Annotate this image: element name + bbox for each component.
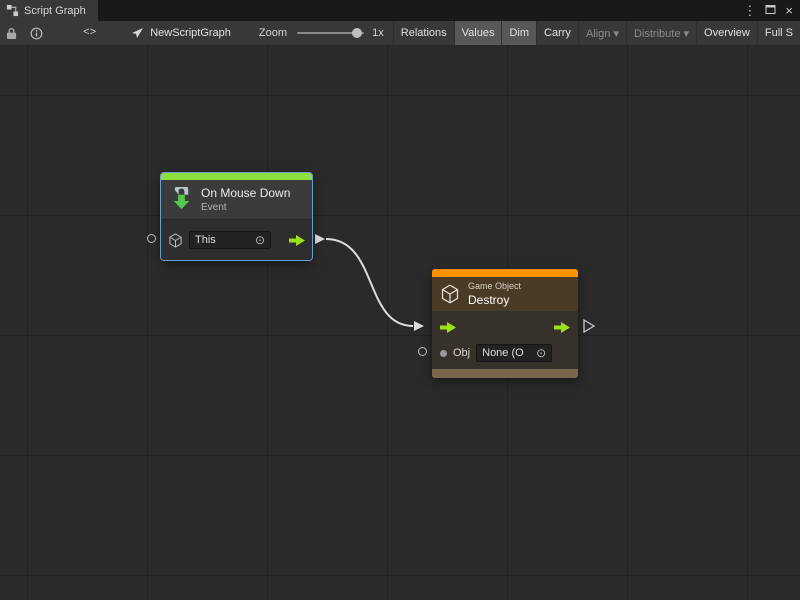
overview-button[interactable]: Overview (696, 21, 757, 45)
flow-input-port[interactable] (440, 322, 456, 333)
code-icon[interactable]: <> (83, 27, 96, 39)
dim-button[interactable]: Dim (501, 21, 536, 45)
destroy-node-footer (432, 369, 578, 378)
menu-icon[interactable]: ⋮ (743, 4, 756, 17)
cube-icon (440, 284, 460, 304)
zoom-value: 1x (372, 27, 384, 39)
flow-output-port[interactable] (289, 235, 305, 246)
event-node-title: On Mouse Down (201, 186, 290, 200)
obj-port-dot (440, 350, 447, 357)
event-node-body: This ⊙ (161, 219, 312, 260)
obj-input-port[interactable] (418, 347, 427, 356)
script-graph-icon (6, 4, 19, 17)
tab-bar: Script Graph ⋮ × (0, 0, 800, 21)
connection-wire[interactable] (0, 45, 800, 600)
graph-toolbar: <> NewScriptGraph Zoom 1x Relations Valu… (0, 21, 800, 46)
window-controls: ⋮ × (743, 0, 800, 21)
node-on-mouse-down[interactable]: On Mouse Down Event This ⊙ (161, 173, 312, 260)
unconnected-flow-triangle[interactable] (583, 319, 595, 336)
obj-object-value: None (O (482, 347, 524, 359)
target-value: This (195, 234, 216, 246)
destroy-accent-bar (432, 269, 578, 277)
lock-icon[interactable] (6, 27, 17, 40)
destroy-node-title: Destroy (468, 293, 521, 307)
event-accent-bar (161, 173, 312, 180)
flow-output-port[interactable] (554, 322, 570, 333)
maximize-icon[interactable] (765, 4, 776, 17)
obj-param-label: Obj (453, 347, 470, 359)
cube-icon (168, 233, 183, 248)
graph-name[interactable]: NewScriptGraph (132, 27, 231, 39)
node-destroy[interactable]: Game Object Destroy (432, 269, 578, 378)
target-dropdown[interactable]: This ⊙ (189, 231, 271, 249)
graph-name-label: NewScriptGraph (150, 27, 231, 39)
event-node-subtitle: Event (201, 202, 290, 213)
fullscreen-button[interactable]: Full S (757, 21, 800, 45)
graph-pointer-icon (132, 27, 144, 39)
destroy-node-header[interactable]: Game Object Destroy (432, 277, 578, 311)
destroy-node-category: Game Object (468, 281, 521, 291)
zoom-slider[interactable] (297, 32, 364, 34)
event-icon (169, 187, 194, 212)
close-icon[interactable]: × (785, 4, 793, 17)
zoom-slider-knob[interactable] (352, 28, 362, 38)
info-icon[interactable] (30, 27, 43, 40)
event-node-header[interactable]: On Mouse Down Event (161, 180, 312, 219)
relations-button[interactable]: Relations (393, 21, 454, 45)
tab-title: Script Graph (24, 5, 86, 17)
value-input-port[interactable] (147, 234, 156, 243)
target-picker-icon[interactable]: ⊙ (255, 234, 265, 246)
destroy-node-body: Obj None (O ⊙ (432, 311, 578, 369)
object-picker-icon[interactable]: ⊙ (536, 347, 546, 359)
toolbar-buttons: Relations Values Dim Carry Align ▾ Distr… (393, 21, 800, 45)
values-button[interactable]: Values (454, 21, 502, 45)
unity-script-graph-window: Script Graph ⋮ × <> NewScriptGraph Zoom (0, 0, 800, 600)
carry-button[interactable]: Carry (536, 21, 578, 45)
align-button: Align ▾ (578, 21, 626, 45)
graph-canvas[interactable]: On Mouse Down Event This ⊙ (0, 45, 800, 600)
tab-script-graph[interactable]: Script Graph (0, 0, 98, 21)
distribute-button: Distribute ▾ (626, 21, 696, 45)
obj-object-field[interactable]: None (O ⊙ (476, 344, 552, 362)
zoom-label: Zoom (259, 27, 287, 39)
